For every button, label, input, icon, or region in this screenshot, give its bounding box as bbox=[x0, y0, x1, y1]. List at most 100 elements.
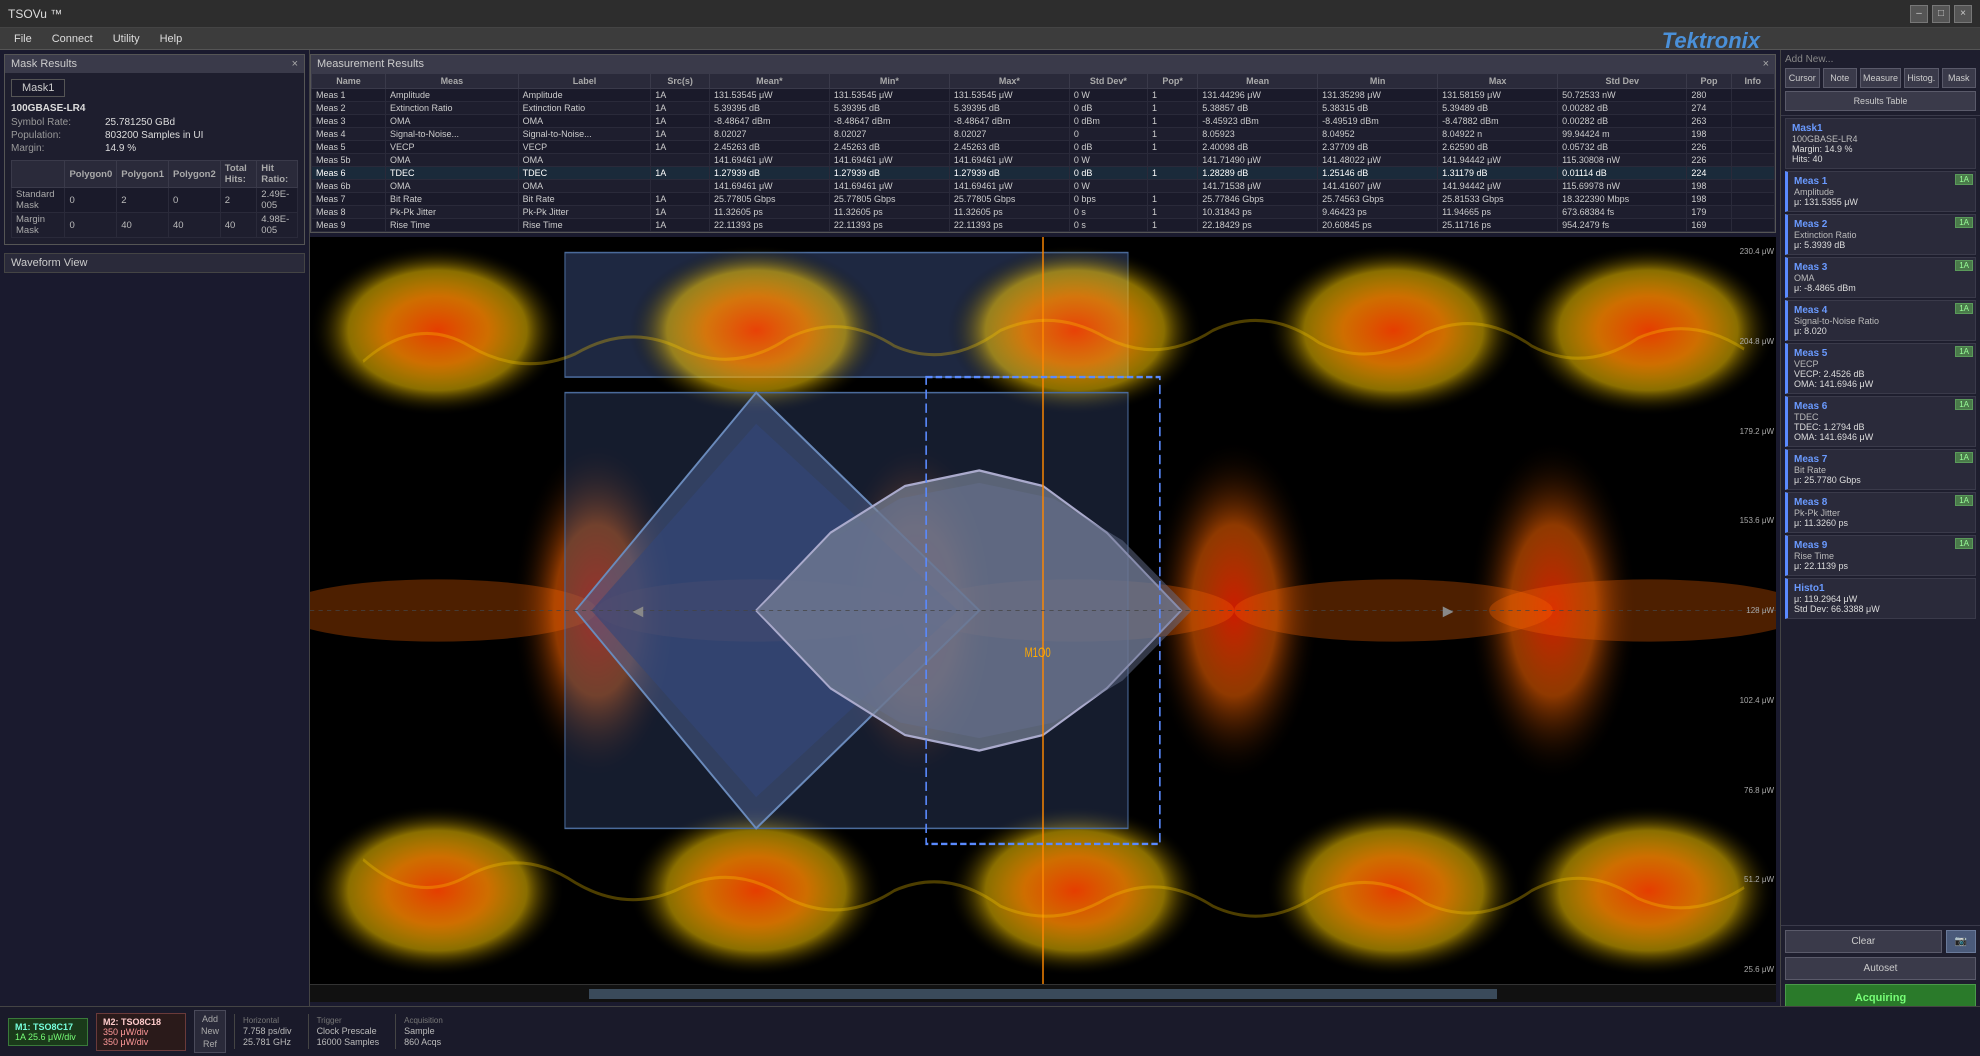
meas-right-type: Rise Time bbox=[1794, 551, 1969, 561]
icon-camera-btn[interactable]: 📷 bbox=[1946, 930, 1976, 953]
meas-right-value: TDEC: 1.2794 dB OMA: 141.6946 μW bbox=[1794, 422, 1969, 442]
svg-text:M1O0: M1O0 bbox=[1025, 644, 1051, 660]
meas-badge: 1A bbox=[1955, 495, 1973, 506]
timeline-scroll-bar[interactable] bbox=[589, 989, 1498, 999]
meas-col-10: Min bbox=[1318, 74, 1438, 89]
meas-right-value: μ: 22.1139 ps bbox=[1794, 561, 1969, 571]
measure-btn[interactable]: Measure bbox=[1860, 68, 1901, 88]
meas-right-label: Histo1 bbox=[1794, 583, 1969, 594]
meas-col-4: Mean* bbox=[709, 74, 829, 89]
mask-btn[interactable]: Mask bbox=[1942, 68, 1977, 88]
trigger-val2: 16000 Samples bbox=[317, 1037, 380, 1047]
histog-btn[interactable]: Histog. bbox=[1904, 68, 1939, 88]
meas-col-6: Max* bbox=[949, 74, 1069, 89]
right-meas-item-3[interactable]: Meas 4Signal-to-Noise Ratioμ: 8.0201A bbox=[1785, 300, 1976, 341]
mask-std-p1: 2 bbox=[117, 188, 169, 213]
cursor-btn[interactable]: Cursor bbox=[1785, 68, 1820, 88]
window-controls: – □ × bbox=[1910, 5, 1972, 23]
y-label: 51.2 μW bbox=[1740, 875, 1774, 884]
mask-mg-p2: 40 bbox=[169, 213, 221, 238]
meas-row-0: Meas 1AmplitudeAmplitude1A131.53545 μW13… bbox=[312, 89, 1775, 102]
meas-badge: 1A bbox=[1955, 260, 1973, 271]
y-label: 230.4 μW bbox=[1740, 247, 1774, 256]
mask-results-panel: Mask Results × Mask1 100GBASE-LR4 Symbol… bbox=[4, 54, 305, 245]
mask-results-close[interactable]: × bbox=[292, 58, 298, 70]
menu-file[interactable]: File bbox=[4, 31, 42, 47]
meas-col-1: Meas bbox=[386, 74, 519, 89]
meas-right-type: TDEC bbox=[1794, 412, 1969, 422]
mask-mg-p1: 40 bbox=[117, 213, 169, 238]
ch2-line1: 350 μW/div bbox=[103, 1027, 179, 1037]
mask-info-right-hits: Hits: 40 bbox=[1792, 154, 1969, 164]
mask-results-title: Mask Results bbox=[11, 58, 77, 70]
right-meas-item-8[interactable]: Meas 9Rise Timeμ: 22.1139 ps1A bbox=[1785, 535, 1976, 576]
meas-right-label: Meas 2 bbox=[1794, 219, 1969, 230]
mask-info-right[interactable]: Mask1 100GBASE-LR4 Margin: 14.9 % Hits: … bbox=[1785, 118, 1976, 169]
meas-right-type: OMA bbox=[1794, 273, 1969, 283]
meas-col-3: Src(s) bbox=[651, 74, 710, 89]
meas-right-value: VECP: 2.4526 dB OMA: 141.6946 μW bbox=[1794, 369, 1969, 389]
results-table-btn[interactable]: Results Table bbox=[1785, 91, 1976, 111]
right-meas-item-1[interactable]: Meas 2Extinction Ratioμ: 5.3939 dB1A bbox=[1785, 214, 1976, 255]
right-meas-item-7[interactable]: Meas 8Pk-Pk Jitterμ: 11.3260 ps1A bbox=[1785, 492, 1976, 533]
waveform-display[interactable]: M1O0 ◀ ▶ 230.4 μW204.8 μW179.2 μW153.6 μ… bbox=[310, 237, 1776, 984]
ch1-scale: 1A 25.6 μW/div bbox=[15, 1032, 81, 1042]
add-new-label: Add New... bbox=[1785, 54, 1976, 65]
meas-row-8: Meas 7Bit RateBit Rate1A25.77805 Gbps25.… bbox=[312, 193, 1775, 206]
timeline-wrapper[interactable] bbox=[310, 984, 1776, 1002]
maximize-btn[interactable]: □ bbox=[1932, 5, 1950, 23]
ch2-info[interactable]: M2: TSO8C18 350 μW/div 350 μW/div bbox=[96, 1013, 186, 1051]
trigger-section: Trigger Clock Prescale 16000 Samples bbox=[308, 1014, 388, 1049]
meas-badge: 1A bbox=[1955, 399, 1973, 410]
ch1-info[interactable]: M1: TSO8C17 1A 25.6 μW/div bbox=[8, 1018, 88, 1046]
note-btn[interactable]: Note bbox=[1823, 68, 1858, 88]
mask-standard: 100GBASE-LR4 bbox=[11, 103, 298, 114]
ch2-name: M2: TSO8C18 bbox=[103, 1017, 179, 1027]
meas-col-14: Info bbox=[1731, 74, 1774, 89]
meas-col-11: Max bbox=[1438, 74, 1558, 89]
minimize-btn[interactable]: – bbox=[1910, 5, 1928, 23]
right-meas-item-2[interactable]: Meas 3OMAμ: -8.4865 dBm1A bbox=[1785, 257, 1976, 298]
menu-help[interactable]: Help bbox=[150, 31, 193, 47]
app-title: TSOVu ™ bbox=[8, 7, 1910, 21]
right-meas-item-4[interactable]: Meas 5VECPVECP: 2.4526 dB OMA: 141.6946 … bbox=[1785, 343, 1976, 394]
right-meas-item-5[interactable]: Meas 6TDECTDEC: 1.2794 dB OMA: 141.6946 … bbox=[1785, 396, 1976, 447]
margin-value: 14.9 % bbox=[105, 143, 136, 154]
right-meas-item-6[interactable]: Meas 7Bit Rateμ: 25.7780 Gbps1A bbox=[1785, 449, 1976, 490]
meas-col-9: Mean bbox=[1198, 74, 1318, 89]
mask-th-polygon1: Polygon1 bbox=[117, 161, 169, 188]
mask-std-p0: 0 bbox=[65, 188, 117, 213]
meas-badge: 1A bbox=[1955, 346, 1973, 357]
mask-population-row: Population: 803200 Samples in UI bbox=[11, 130, 298, 141]
meas-col-13: Pop bbox=[1687, 74, 1731, 89]
meas-row-2: Meas 3OMAOMA1A-8.48647 dBm-8.48647 dBm-8… bbox=[312, 115, 1775, 128]
close-btn[interactable]: × bbox=[1954, 5, 1972, 23]
autoset-button[interactable]: Autoset bbox=[1785, 957, 1976, 980]
meas-row-1: Meas 2Extinction RatioExtinction Ratio1A… bbox=[312, 102, 1775, 115]
meas-results-close[interactable]: × bbox=[1763, 58, 1769, 70]
y-label: 25.6 μW bbox=[1740, 965, 1774, 974]
mask-mg-ratio: 4.98E-005 bbox=[257, 213, 298, 238]
meas-badge: 1A bbox=[1955, 303, 1973, 314]
mask-name-box[interactable]: Mask1 bbox=[11, 79, 65, 97]
horizontal-label: Horizontal bbox=[243, 1016, 292, 1025]
menu-utility[interactable]: Utility bbox=[103, 31, 150, 47]
meas-right-label: Meas 5 bbox=[1794, 348, 1969, 359]
mask-th-hit-ratio: Hit Ratio: bbox=[257, 161, 298, 188]
add-ref-btn[interactable]: AddNewRef bbox=[194, 1010, 226, 1054]
clear-button[interactable]: Clear bbox=[1785, 930, 1942, 953]
meas-right-type: Extinction Ratio bbox=[1794, 230, 1969, 240]
meas-col-7: Std Dev* bbox=[1069, 74, 1147, 89]
mask-th-polygon0: Polygon0 bbox=[65, 161, 117, 188]
mask-margin-row: Margin: 14.9 % bbox=[11, 143, 298, 154]
meas-tbody: Meas 1AmplitudeAmplitude1A131.53545 μW13… bbox=[312, 89, 1775, 232]
meas-col-8: Pop* bbox=[1148, 74, 1198, 89]
meas-right-label: Meas 7 bbox=[1794, 454, 1969, 465]
meas-row-4: Meas 5VECPVECP1A2.45263 dB2.45263 dB2.45… bbox=[312, 141, 1775, 154]
mask-std-ratio: 2.49E-005 bbox=[257, 188, 298, 213]
right-meas-item-0[interactable]: Meas 1Amplitudeμ: 131.5355 μW1A bbox=[1785, 171, 1976, 212]
population-value: 803200 Samples in UI bbox=[105, 130, 203, 141]
mask-margin-label: Margin Mask bbox=[12, 213, 65, 238]
right-meas-item-9[interactable]: Histo1μ: 119.2964 μW Std Dev: 66.3388 μW bbox=[1785, 578, 1976, 619]
menu-connect[interactable]: Connect bbox=[42, 31, 103, 47]
